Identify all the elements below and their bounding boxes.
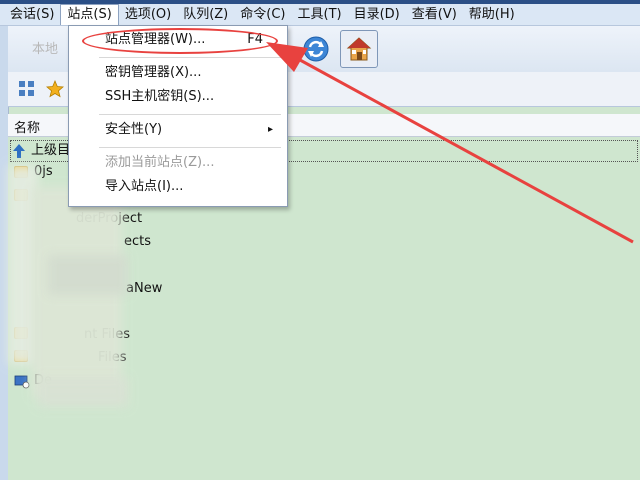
redacted-region xyxy=(38,377,128,407)
menu-item-label: 添加当前站点(Z)... xyxy=(105,155,215,170)
menu-options[interactable]: 选项(O) xyxy=(119,5,177,25)
list-item-label: ects xyxy=(124,234,152,249)
tree-view-icon[interactable] xyxy=(18,80,36,98)
favorite-star-icon[interactable] xyxy=(46,80,64,98)
menu-tools[interactable]: 工具(T) xyxy=(292,5,348,25)
home-button[interactable] xyxy=(340,30,378,68)
refresh-icon xyxy=(303,36,329,62)
menu-session[interactable]: 会话(S) xyxy=(4,5,60,25)
highlight-ellipse xyxy=(82,28,278,54)
menu-item-ssh-host-keys[interactable]: SSH主机密钥(S)... xyxy=(69,86,285,108)
up-arrow-icon xyxy=(13,144,25,158)
menu-item-key-manager[interactable]: 密钥管理器(X)... xyxy=(69,62,285,84)
redacted-region xyxy=(48,255,128,295)
menu-view[interactable]: 查看(V) xyxy=(406,5,463,25)
menu-item-label: 安全性(Y) xyxy=(105,122,163,137)
menu-item-security[interactable]: 安全性(Y) ▸ xyxy=(69,119,285,141)
menu-directory[interactable]: 目录(D) xyxy=(348,5,406,25)
menu-item-add-current-site: 添加当前站点(Z)... xyxy=(69,152,285,174)
menu-bar: 会话(S) 站点(S) 选项(O) 队列(Z) 命令(C) 工具(T) 目录(D… xyxy=(0,4,640,26)
submenu-arrow-icon: ▸ xyxy=(267,124,273,135)
refresh-button[interactable] xyxy=(300,32,332,66)
home-icon xyxy=(346,37,372,61)
menu-help[interactable]: 帮助(H) xyxy=(463,5,521,25)
menu-item-label: SSH主机密钥(S)... xyxy=(105,89,215,104)
menu-queue[interactable]: 队列(Z) xyxy=(177,5,234,25)
menu-item-label: 导入站点(I)... xyxy=(105,179,184,194)
list-item-label: 上级目 xyxy=(31,143,71,158)
list-item-label: aNew xyxy=(126,281,163,296)
menu-separator xyxy=(99,114,281,115)
menu-item-import-sites[interactable]: 导入站点(I)... xyxy=(69,176,285,198)
menu-separator xyxy=(99,147,281,148)
menu-sites[interactable]: 站点(S) xyxy=(60,4,119,25)
menu-commands[interactable]: 命令(C) xyxy=(234,5,291,25)
local-tab-label[interactable]: 本地 xyxy=(32,38,58,57)
menu-item-label: 密钥管理器(X)... xyxy=(105,65,202,80)
drive-icon xyxy=(14,375,30,389)
list-item[interactable]: ects xyxy=(124,232,151,252)
column-header-name[interactable]: 名称 xyxy=(14,117,40,136)
list-item[interactable]: aNew xyxy=(126,279,162,299)
menu-separator xyxy=(99,57,281,58)
